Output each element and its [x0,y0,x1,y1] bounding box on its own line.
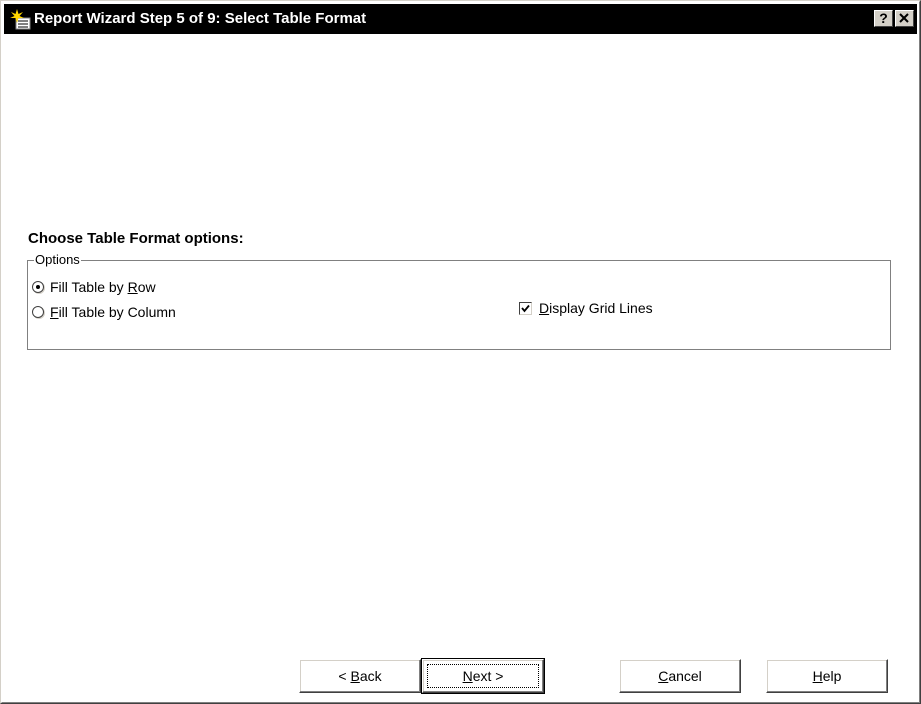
radio-unselected-icon[interactable] [32,306,44,318]
fill-by-column-label: Fill Table by Column [50,304,176,320]
report-wizard-dialog: Report Wizard Step 5 of 9: Select Table … [0,0,921,704]
window-title: Report Wizard Step 5 of 9: Select Table … [34,10,367,27]
wizard-icon [10,9,32,31]
focus-rectangle [427,664,539,688]
dialog-frame: Report Wizard Step 5 of 9: Select Table … [1,1,920,703]
display-grid-lines-label: Display Grid Lines [539,300,653,316]
options-groupbox: Options Fill Table by Row Fill Table by … [27,252,891,350]
fill-by-column-radio[interactable]: Fill Table by Column [32,303,176,321]
options-group-label: Options [34,252,81,268]
help-button[interactable]: Help [766,659,888,693]
cancel-button[interactable]: Cancel [619,659,741,693]
radio-selected-icon[interactable] [32,281,44,293]
checkmark-icon[interactable] [519,301,532,315]
help-icon[interactable]: ? [874,10,893,27]
display-grid-lines-checkbox[interactable]: Display Grid Lines [519,299,653,317]
fill-by-row-radio[interactable]: Fill Table by Row [32,278,156,296]
back-button[interactable]: < Back [299,659,421,693]
next-button[interactable]: Next > [421,658,545,694]
title-bar[interactable]: Report Wizard Step 5 of 9: Select Table … [4,4,917,34]
fill-by-row-label: Fill Table by Row [50,279,156,295]
close-icon[interactable] [895,10,914,27]
section-heading: Choose Table Format options: [28,230,244,247]
